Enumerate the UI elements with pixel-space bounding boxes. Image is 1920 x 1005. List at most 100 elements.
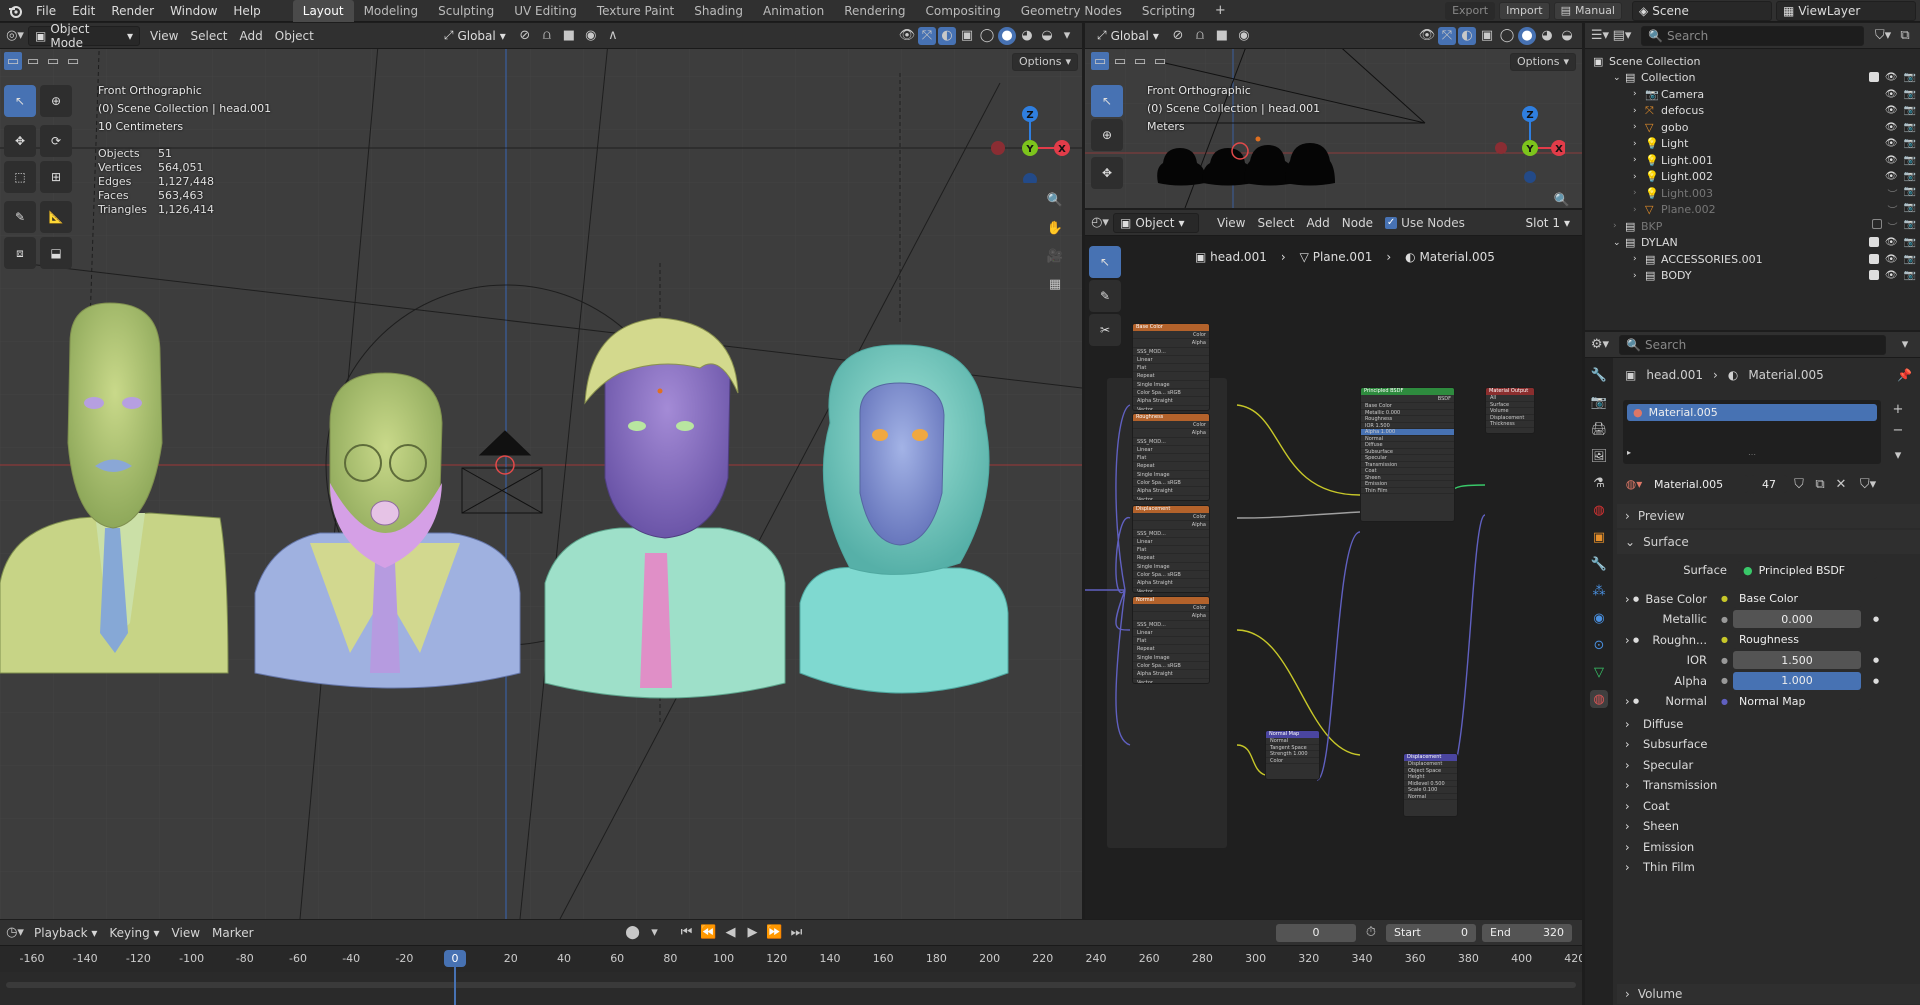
socket-dot-icon[interactable]: ● <box>1721 635 1733 644</box>
shading-options-icon[interactable]: ▾ <box>1058 27 1076 45</box>
current-frame-field[interactable]: 0 <box>1276 923 1356 942</box>
add-workspace-icon[interactable]: + <box>1211 2 1229 20</box>
playhead-frame-badge[interactable]: 0 <box>444 950 466 967</box>
prev-keyframe-icon[interactable]: ⏪ <box>700 924 718 942</box>
navigation-gizmo[interactable]: Z X Y <box>980 83 1070 183</box>
scene-tab-icon[interactable]: ⚗ <box>1590 474 1608 492</box>
viewport-menu-select[interactable]: Select <box>184 29 233 43</box>
material-shading-icon[interactable]: ◕ <box>1538 27 1556 45</box>
select-invert-icon[interactable]: ▭ <box>64 52 82 70</box>
checkbox-empty-icon[interactable] <box>1871 218 1882 229</box>
render-camera-icon[interactable]: 📷 <box>1904 138 1916 149</box>
fake-user-icon[interactable]: ⛉ <box>1790 475 1808 493</box>
eye-icon[interactable]: 👁 <box>1885 254 1898 265</box>
outliner-item-collection[interactable]: ⌄ ▤ Collection 👁 📷 <box>1585 70 1920 87</box>
material-shading-icon[interactable]: ◕ <box>1018 27 1036 45</box>
pivot-icon[interactable]: ⊘ <box>516 27 534 45</box>
rotate-tool[interactable]: ⟳ <box>40 125 72 157</box>
timeline-menu-keying[interactable]: Keying ▾ <box>103 926 165 940</box>
workspace-tab-layout[interactable]: Layout <box>292 0 354 22</box>
output-tab-icon[interactable]: 🖨 <box>1590 420 1608 438</box>
camera-view-icon[interactable]: 🎥 <box>1046 247 1064 265</box>
view-layer-selector[interactable]: ▦ ViewLayer <box>1776 0 1916 21</box>
surface-panel-header[interactable]: ⌄ Surface <box>1617 530 1920 554</box>
constraints-tab-icon[interactable]: ⊙ <box>1590 636 1608 654</box>
jump-end-icon[interactable]: ⏭ <box>788 924 806 942</box>
eye-icon[interactable]: 👁 <box>1885 171 1898 182</box>
select-box-tool-right[interactable]: ↖ <box>1091 85 1123 117</box>
options-button[interactable]: Options ▾ <box>1012 53 1078 71</box>
select-box-tool[interactable]: ↖ <box>4 85 36 117</box>
timeline-track-area[interactable] <box>0 972 1582 1005</box>
eye-closed-icon[interactable]: ︶ <box>1888 202 1898 217</box>
subpanel-subsurface[interactable]: › Subsurface <box>1617 734 1920 755</box>
ortho-grid-icon[interactable]: ▦ <box>1046 275 1064 293</box>
subpanel-specular[interactable]: › Specular <box>1617 755 1920 776</box>
outliner-item-body[interactable]: › ▤ BODY 👁 📷 <box>1585 268 1920 285</box>
view-layer-tab-icon[interactable]: 🖼 <box>1590 447 1608 465</box>
extrude-tool[interactable]: ⬓ <box>40 237 72 269</box>
solid-shading-icon[interactable]: ● <box>998 26 1016 45</box>
workspace-tab-sculpting[interactable]: Sculpting <box>428 0 504 22</box>
editor-type-outliner-icon[interactable]: ☰▾ <box>1591 27 1609 45</box>
material-slot-item[interactable]: ● Material.005 <box>1627 404 1877 421</box>
transform-tool[interactable]: ⊞ <box>40 161 72 193</box>
workspace-tab-geometry-nodes[interactable]: Geometry Nodes <box>1011 0 1132 22</box>
timeline-menu-playback[interactable]: Playback ▾ <box>28 926 103 940</box>
chevron-right-icon[interactable]: › <box>1617 694 1633 708</box>
material-browse-icon[interactable]: ◍▾ <box>1623 475 1645 493</box>
start-frame-field[interactable]: Start 0 <box>1386 923 1476 942</box>
select-subtract-icon[interactable]: ▭ <box>44 52 62 70</box>
render-camera-icon[interactable]: 📷 <box>1904 237 1916 248</box>
material-tab-icon[interactable]: ◍ <box>1590 690 1608 708</box>
visibility-icon[interactable]: 👁 <box>898 27 916 45</box>
end-frame-field[interactable]: End 320 <box>1482 923 1572 942</box>
chevron-right-icon[interactable]: › <box>1633 172 1645 182</box>
node-editor[interactable]: ◴▾ ▣ Object ▾ View Select Add Node ✓ Use Nodes… <box>1085 210 1582 919</box>
chevron-right-icon[interactable]: › <box>1633 271 1645 281</box>
play-reverse-icon[interactable]: ◀ <box>722 924 740 942</box>
outliner-item-dylan[interactable]: ⌄ ▤ DYLAN 👁 📷 <box>1585 235 1920 252</box>
surface-shader-field[interactable]: ● Principled BSDF <box>1737 561 1877 580</box>
select-extend-icon[interactable]: ▭ <box>24 52 42 70</box>
gizmo-icon[interactable]: ⤧ <box>1438 26 1456 45</box>
chevron-right-icon[interactable]: › <box>1633 205 1645 215</box>
jump-start-icon[interactable]: ⏮ <box>678 924 696 942</box>
snap-target-icon[interactable]: ■ <box>1213 27 1231 45</box>
chevron-right-icon[interactable]: › <box>1633 188 1645 198</box>
editor-type-properties-icon[interactable]: ⚙▾ <box>1591 336 1609 354</box>
rendered-shading-icon[interactable]: ◒ <box>1558 27 1576 45</box>
menu-render[interactable]: Render <box>103 0 162 22</box>
render-camera-icon[interactable]: 📷 <box>1904 219 1916 234</box>
chevron-right-icon[interactable]: › <box>1613 221 1625 231</box>
bsdf-field-value[interactable]: Roughness <box>1733 630 1861 649</box>
duplicate-material-icon[interactable]: ⧉ <box>1811 475 1829 493</box>
volume-panel-header[interactable]: › Volume <box>1617 984 1920 1004</box>
snap-icon[interactable]: ⩍ <box>538 27 556 45</box>
render-camera-icon[interactable]: 📷 <box>1904 105 1916 116</box>
overlays-icon[interactable]: ◐ <box>1458 26 1476 45</box>
import-button[interactable]: Import <box>1499 1 1550 20</box>
chevron-right-icon[interactable]: › <box>1617 633 1633 647</box>
render-camera-icon[interactable]: 📷 <box>1904 155 1916 166</box>
select-invert-icon[interactable]: ▭ <box>1151 52 1169 70</box>
chevron-down-icon[interactable]: ⌄ <box>1613 238 1625 248</box>
bsdf-field-value[interactable]: 0.000 <box>1733 610 1861 629</box>
filter-icon[interactable]: ⛉▾ <box>1874 27 1892 45</box>
select-extend-icon[interactable]: ▭ <box>1111 52 1129 70</box>
socket-dot-icon[interactable]: ● <box>1721 656 1733 665</box>
auto-keying-icon[interactable]: ⬤ <box>624 924 642 942</box>
render-camera-icon[interactable]: 📷 <box>1904 186 1916 201</box>
next-keyframe-icon[interactable]: ⏩ <box>766 924 784 942</box>
subpanel-sheen[interactable]: › Sheen <box>1617 816 1920 837</box>
snap-target-icon[interactable]: ■ <box>560 27 578 45</box>
data-tab-icon[interactable]: ▽ <box>1590 663 1608 681</box>
timeline[interactable]: ◷▾ Playback ▾ Keying ▾ View Marker ⬤ ▾ ⏮ ⏪ … <box>0 920 1582 1005</box>
modifier-tab-icon[interactable]: 🔧 <box>1590 555 1608 573</box>
outliner-item-light-002[interactable]: › 💡 Light.002 👁 📷 <box>1585 169 1920 186</box>
outliner-item-scene-collection[interactable]: ▣ Scene Collection <box>1585 53 1920 70</box>
eye-closed-icon[interactable]: ︶ <box>1888 219 1898 234</box>
xray-icon[interactable]: ▣ <box>958 27 976 45</box>
displacement-node[interactable]: Displacement Displacement Object Space Hei… <box>1403 753 1458 817</box>
select-subtract-icon[interactable]: ▭ <box>1131 52 1149 70</box>
